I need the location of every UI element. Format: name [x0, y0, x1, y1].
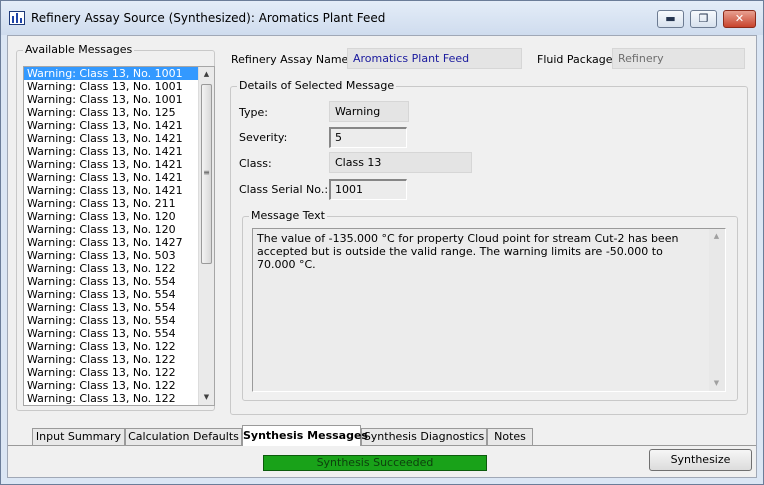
minimize-button[interactable]: ▬ [657, 10, 684, 28]
available-messages-label: Available Messages [23, 43, 135, 56]
list-item[interactable]: Warning: Class 13, No. 122 [24, 392, 214, 405]
message-text-box[interactable]: The value of -135.000 °C for property Cl… [252, 228, 726, 392]
severity-label: Severity: [239, 131, 288, 144]
message-text-label: Message Text [249, 209, 327, 222]
synthesize-button[interactable]: Synthesize [649, 449, 752, 471]
window-title: Refinery Assay Source (Synthesized): Aro… [31, 11, 386, 25]
grip-lines-icon: ≡ [203, 168, 210, 177]
list-item[interactable]: Warning: Class 13, No. 1001 [24, 67, 214, 80]
list-item[interactable]: Warning: Class 13, No. 554 [24, 288, 214, 301]
list-item[interactable]: Warning: Class 13, No. 122 [24, 340, 214, 353]
class-field[interactable]: Class 13 [329, 152, 472, 173]
list-item[interactable]: Warning: Class 13, No. 122 [24, 379, 214, 392]
list-item[interactable]: Warning: Class 13, No. 122 [24, 366, 214, 379]
client-area: Available Messages Warning: Class 13, No… [7, 35, 757, 478]
assay-name-label: Refinery Assay Name: [231, 53, 353, 66]
triangle-up-icon[interactable]: ▲ [199, 67, 214, 82]
triangle-down-icon[interactable]: ▼ [199, 390, 214, 405]
fluid-package-label: Fluid Package: [537, 53, 617, 66]
scroll-thumb[interactable]: ≡ [201, 84, 212, 264]
list-item[interactable]: Warning: Class 13, No. 554 [24, 275, 214, 288]
class-serial-label: Class Serial No.: [239, 183, 329, 196]
list-item[interactable]: Warning: Class 13, No. 211 [24, 197, 214, 210]
list-item[interactable]: Warning: Class 13, No. 1421 [24, 119, 214, 132]
tab-bar: Input Summary Calculation Defaults Synth… [8, 425, 756, 446]
tab-notes[interactable]: Notes [487, 428, 533, 445]
tab-divider [8, 445, 756, 446]
details-group-label: Details of Selected Message [237, 79, 397, 92]
list-item[interactable]: Warning: Class 13, No. 120 [24, 210, 214, 223]
list-item[interactable]: Warning: Class 13, No. 503 [24, 249, 214, 262]
list-item[interactable]: Warning: Class 13, No. 554 [24, 327, 214, 340]
list-item[interactable]: Warning: Class 13, No. 122 [24, 262, 214, 275]
list-item[interactable]: Warning: Class 13, No. 120 [24, 223, 214, 236]
close-button[interactable]: ✕ [723, 10, 756, 28]
fluid-package-field[interactable]: Refinery [612, 48, 745, 69]
synthesis-status-bar: Synthesis Succeeded [263, 455, 487, 471]
list-item[interactable]: Warning: Class 13, No. 125 [24, 106, 214, 119]
tab-calculation-defaults[interactable]: Calculation Defaults [125, 428, 242, 445]
list-item[interactable]: Warning: Class 13, No. 1001 [24, 80, 214, 93]
type-label: Type: [239, 106, 268, 119]
list-item[interactable]: Warning: Class 13, No. 1421 [24, 145, 214, 158]
message-text-content: The value of -135.000 °C for property Cl… [257, 232, 679, 271]
triangle-down-icon[interactable]: ▼ [709, 376, 724, 391]
list-item[interactable]: Warning: Class 13, No. 1001 [24, 93, 214, 106]
list-item[interactable]: Warning: Class 13, No. 554 [24, 314, 214, 327]
app-window: Refinery Assay Source (Synthesized): Aro… [0, 0, 764, 485]
tab-synthesis-diagnostics[interactable]: Synthesis Diagnostics [361, 428, 487, 445]
details-group: Details of Selected Message Type: Warnin… [230, 79, 748, 415]
list-item[interactable]: Warning: Class 13, No. 1427 [24, 236, 214, 249]
messages-listbox[interactable]: Warning: Class 13, No. 1001 Warning: Clas… [23, 66, 215, 406]
list-item[interactable]: Warning: Class 13, No. 1421 [24, 158, 214, 171]
assay-name-field[interactable]: Aromatics Plant Feed [347, 48, 522, 69]
title-bar[interactable]: Refinery Assay Source (Synthesized): Aro… [1, 1, 763, 35]
chart-bars-icon [9, 11, 25, 25]
triangle-up-icon[interactable]: ▲ [709, 229, 724, 244]
type-field[interactable]: Warning [329, 101, 409, 122]
class-label: Class: [239, 157, 272, 170]
list-item[interactable]: Warning: Class 13, No. 122 [24, 353, 214, 366]
restore-button[interactable]: ❐ [690, 10, 717, 28]
list-item[interactable]: Warning: Class 13, No. 1421 [24, 132, 214, 145]
messages-scrollbar[interactable]: ▲ ≡ ▼ [198, 67, 214, 405]
list-item[interactable]: Warning: Class 13, No. 1421 [24, 184, 214, 197]
tab-input-summary[interactable]: Input Summary [32, 428, 125, 445]
messages-list: Warning: Class 13, No. 1001 Warning: Clas… [24, 67, 214, 405]
list-item[interactable]: Warning: Class 13, No. 554 [24, 301, 214, 314]
message-text-group: Message Text The value of -135.000 °C fo… [242, 209, 738, 401]
severity-field[interactable]: 5 [329, 127, 407, 148]
class-serial-field[interactable]: 1001 [329, 179, 407, 200]
tab-synthesis-messages[interactable]: Synthesis Messages [242, 425, 368, 446]
list-item[interactable]: Warning: Class 13, No. 1421 [24, 171, 214, 184]
message-scrollbar[interactable]: ▲ ▼ [709, 229, 725, 391]
